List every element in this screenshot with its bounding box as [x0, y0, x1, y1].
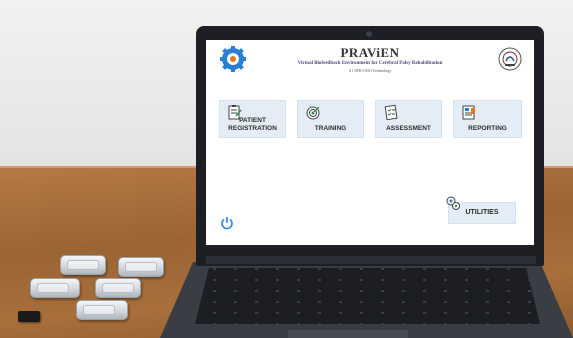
- app-title: PRAViEN: [340, 45, 400, 60]
- tile-label: ASSESSMENT: [386, 125, 431, 132]
- laptop-hinge: [206, 256, 536, 264]
- laptop-screen: PRAViEN Virtual Biofeedback Environment …: [206, 40, 534, 245]
- tile-label: REPORTING: [468, 125, 507, 132]
- tile-label: TRAINING: [314, 125, 347, 132]
- power-icon[interactable]: [220, 216, 234, 230]
- utilities-label: UTILITIES: [465, 209, 499, 216]
- tile-utilities[interactable]: UTILITIES: [446, 196, 516, 224]
- wearable-sensor: [118, 257, 164, 277]
- wearable-sensor: [60, 255, 106, 275]
- tile-assessment[interactable]: ASSESSMENT: [375, 100, 442, 138]
- app-tagline: A CSIR-CSIO Technology: [348, 68, 392, 73]
- institute-emblem-icon: [498, 47, 522, 71]
- laptop-touchpad: [288, 330, 408, 338]
- tile-label: PATIENT REGISTRATION: [228, 117, 277, 132]
- tile-patient-registration[interactable]: PATIENT REGISTRATION: [219, 100, 286, 138]
- wearable-sensor: [30, 278, 80, 298]
- tile-training[interactable]: TRAINING: [297, 100, 364, 138]
- wearable-sensor: [76, 300, 128, 320]
- laptop-lid: PRAViEN Virtual Biofeedback Environment …: [196, 26, 544, 266]
- webcam: [366, 31, 372, 37]
- usb-dongle: [18, 311, 40, 322]
- report-icon: [462, 105, 475, 120]
- checklist-icon: [384, 104, 398, 120]
- tile-reporting[interactable]: REPORTING: [453, 100, 522, 138]
- target-icon: [306, 106, 320, 120]
- laptop-keyboard: [195, 268, 540, 324]
- app-subtitle: Virtual Biofeedback Environment for Cere…: [297, 61, 443, 66]
- wearable-sensor: [95, 278, 141, 298]
